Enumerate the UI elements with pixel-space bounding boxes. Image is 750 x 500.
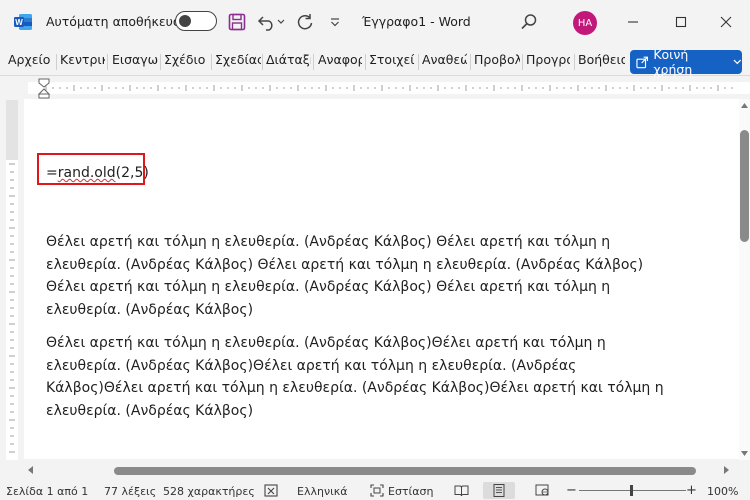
tab-draw[interactable]: Σχέδιο xyxy=(164,52,210,67)
tab-divider xyxy=(107,54,108,70)
tab-divider xyxy=(313,54,314,70)
title-bar: W Αυτόματη αποθήκευση Έγγραφο1 - Word HA xyxy=(0,0,750,44)
formula-prefix: = xyxy=(46,165,58,181)
scroll-right-icon[interactable] xyxy=(724,466,729,474)
zoom-slider-thumb[interactable] xyxy=(630,485,633,496)
tab-review[interactable]: Αναθεώ xyxy=(422,52,467,67)
paragraph-line: Θέλει αρετή και τόλμη η ελευθερία. (Ανδρ… xyxy=(46,279,611,295)
toggle-knob xyxy=(179,15,191,27)
scroll-down-icon[interactable] xyxy=(741,451,748,456)
character-count[interactable]: 528 χαρακτήρες xyxy=(163,485,255,498)
word-count[interactable]: 77 λέξεις xyxy=(104,485,156,498)
tab-help[interactable]: Βοήθεια xyxy=(578,52,625,67)
share-label: Κοινή χρήση xyxy=(653,47,693,77)
share-button[interactable]: Κοινή χρήση xyxy=(630,47,742,77)
tab-divider xyxy=(574,54,575,70)
document-page[interactable]: =rand.old(2,5) Θέλει αρετή και τόλμη η ε… xyxy=(24,99,739,459)
print-layout-icon xyxy=(493,484,505,497)
page-count[interactable]: Σελίδα 1 από 1 xyxy=(6,485,88,498)
paragraph-line: ελευθερία. (Ανδρέας Κάλβος) xyxy=(46,301,254,318)
tab-design[interactable]: Σχεδίας xyxy=(215,52,261,67)
search-icon[interactable] xyxy=(518,11,540,33)
zoom-in-icon[interactable]: + xyxy=(686,483,697,498)
ruler-margin xyxy=(6,100,18,160)
vertical-scroll-thumb[interactable] xyxy=(740,130,749,242)
tab-file[interactable]: Αρχείο xyxy=(8,52,56,67)
tab-divider xyxy=(365,54,366,70)
read-mode-icon[interactable] xyxy=(454,484,469,497)
paragraph-line: ελευθερία. (Ανδρέας Κάλβος) Θέλει αρετή … xyxy=(46,256,644,273)
share-icon xyxy=(636,56,648,69)
tab-divider xyxy=(56,54,57,70)
horizontal-ruler[interactable] xyxy=(28,78,750,98)
redo-icon[interactable] xyxy=(294,11,316,33)
proofing-icon[interactable] xyxy=(264,484,278,497)
tab-mailings[interactable]: Στοιχεί xyxy=(369,52,415,67)
autosave-toggle[interactable] xyxy=(175,11,217,31)
indent-marker-icon[interactable] xyxy=(37,78,51,100)
autosave-label: Αυτόματη αποθήκευση xyxy=(46,14,189,29)
tab-insert[interactable]: Εισαγω xyxy=(112,52,158,67)
formula-text[interactable]: =rand.old(2,5) xyxy=(46,165,149,181)
zoom-out-icon[interactable]: − xyxy=(566,483,577,498)
zoom-level[interactable]: 100% xyxy=(707,485,738,498)
tab-divider xyxy=(418,54,419,70)
tab-divider xyxy=(211,54,212,70)
tab-divider xyxy=(160,54,161,70)
print-layout-button[interactable] xyxy=(483,482,515,499)
web-layout-icon[interactable] xyxy=(535,484,550,497)
tab-home[interactable]: Κεντρικ xyxy=(60,52,105,67)
undo-dropdown-chevron-icon[interactable] xyxy=(274,11,288,33)
tab-divider xyxy=(522,54,523,70)
save-icon[interactable] xyxy=(226,11,248,33)
focus-icon[interactable] xyxy=(370,484,384,497)
paragraph-line: Θέλει αρετή και τόλμη η ελευθερία. (Ανδρ… xyxy=(46,335,606,351)
chevron-down-icon[interactable] xyxy=(733,59,742,65)
maximize-icon[interactable] xyxy=(670,11,692,33)
word-logo-icon: W xyxy=(14,14,32,30)
paragraph-1[interactable]: Θέλει αρετή και τόλμη η ελευθερία. (Ανδρ… xyxy=(46,231,646,321)
paragraph-2[interactable]: Θέλει αρετή και τόλμη η ελευθερία. (Ανδρ… xyxy=(46,332,664,422)
formula-args: (2,5) xyxy=(115,165,149,181)
close-icon[interactable] xyxy=(715,11,737,33)
tab-divider xyxy=(470,54,471,70)
tab-layout[interactable]: Διάταξη xyxy=(266,52,311,67)
scroll-left-icon[interactable] xyxy=(28,466,33,474)
minimize-icon[interactable] xyxy=(622,11,644,33)
horizontal-scroll-thumb[interactable] xyxy=(114,467,696,475)
vertical-ruler[interactable] xyxy=(0,100,24,460)
status-bar: Σελίδα 1 από 1 77 λέξεις 528 χαρακτήρες … xyxy=(0,481,750,500)
tab-references[interactable]: Αναφορ xyxy=(318,52,362,67)
avatar[interactable]: HA xyxy=(573,11,597,35)
svg-text:W: W xyxy=(15,18,23,27)
paragraph-line: ελευθερία. (Ανδρέας Κάλβος)Θέλει αρετή κ… xyxy=(46,357,577,374)
customize-toolbar-icon[interactable] xyxy=(324,11,346,33)
formula-function: rand.old xyxy=(57,165,116,181)
tab-developer[interactable]: Προγρα xyxy=(526,52,570,67)
document-title: Έγγραφο1 - Word xyxy=(362,14,471,29)
paragraph-line: ελευθερία. (Ανδρέας Κάλβος) xyxy=(46,402,254,419)
paragraph-line: Θέλει αρετή και τόλμη η ελευθερία. (Ανδρ… xyxy=(46,234,611,250)
tab-view[interactable]: Προβολ xyxy=(474,52,520,67)
scroll-up-icon[interactable] xyxy=(741,103,748,108)
tab-divider xyxy=(262,54,263,70)
language[interactable]: Ελληνικά xyxy=(297,485,348,498)
focus-label[interactable]: Εστίαση xyxy=(388,485,433,498)
paragraph-line: Κάλβος)Θέλει αρετή και τόλμη η ελευθερία… xyxy=(46,380,664,396)
